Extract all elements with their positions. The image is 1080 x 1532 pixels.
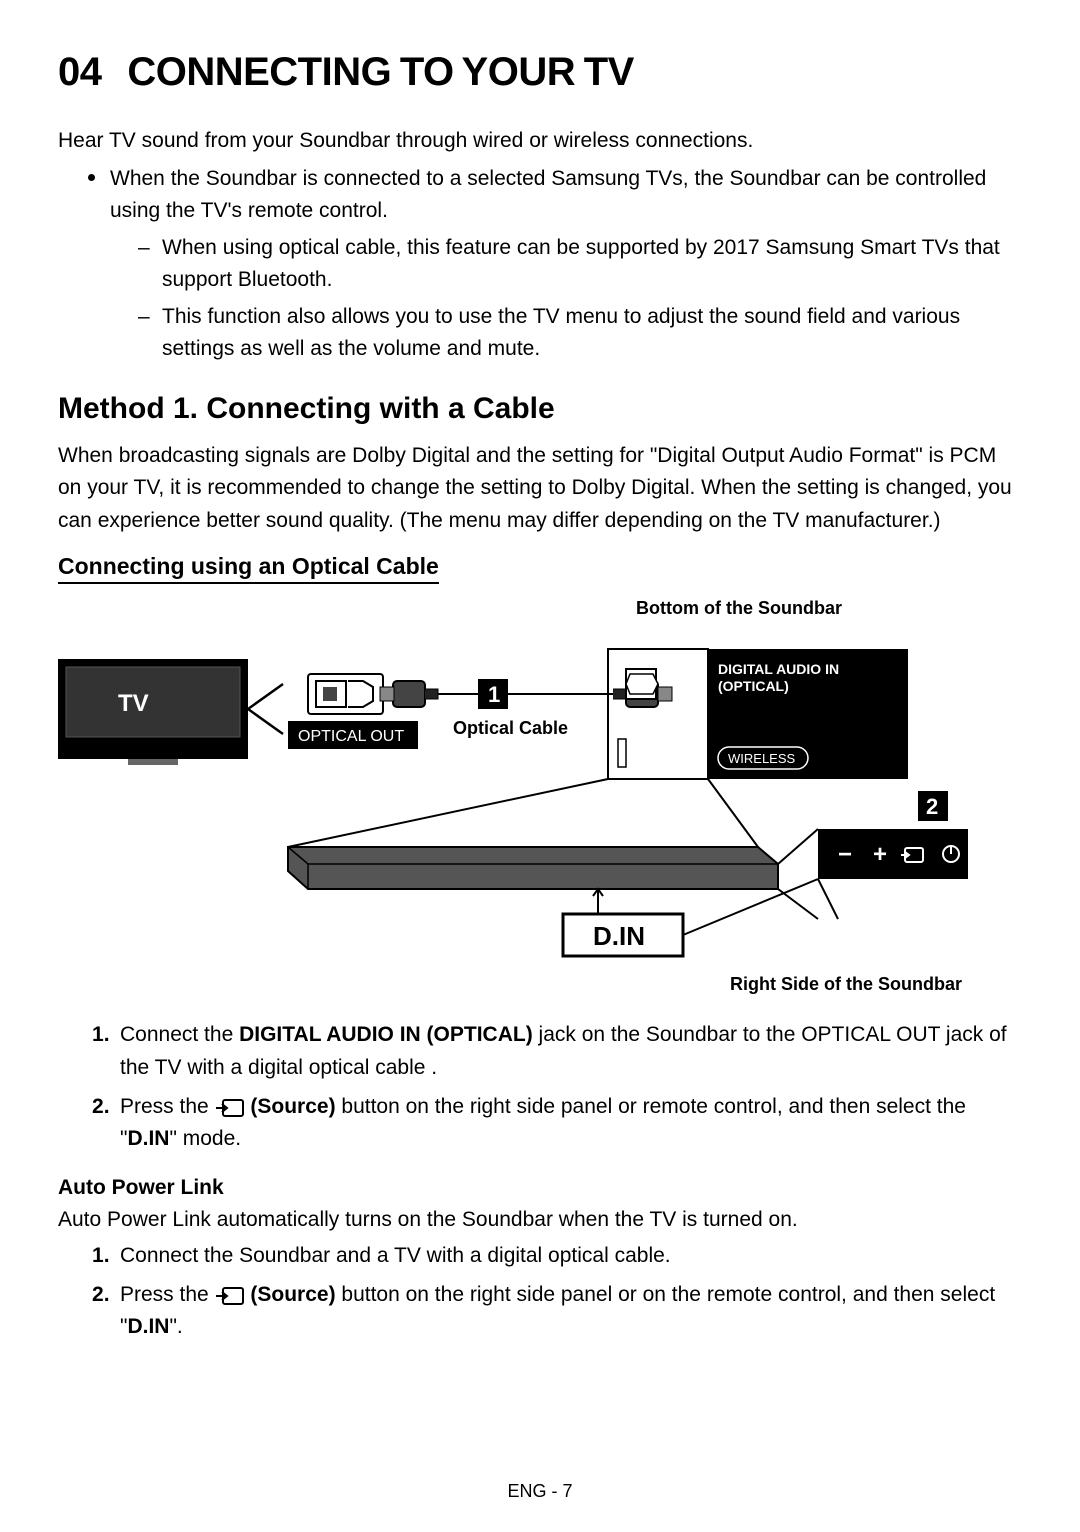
step-item: Press the (Source) button on the right s… <box>92 1279 1022 1344</box>
minus-icon: − <box>838 841 852 868</box>
cable-plug-left-icon <box>380 681 438 707</box>
section-number: 04 <box>58 50 102 94</box>
list-item: When the Soundbar is connected to a sele… <box>92 163 1022 366</box>
step-item: Connect the DIGITAL AUDIO IN (OPTICAL) j… <box>92 1019 1022 1084</box>
steps-list-1: Connect the DIGITAL AUDIO IN (OPTICAL) j… <box>58 1019 1022 1155</box>
tv-label: TV <box>118 690 149 717</box>
connection-diagram: Bottom of the Soundbar TV OPTICAL OUT Op… <box>58 598 1022 995</box>
subheading: Connecting using an Optical Cable <box>58 553 439 584</box>
bullet-text: When the Soundbar is connected to a sele… <box>110 167 986 223</box>
port-label-2: (OPTICAL) <box>718 678 789 694</box>
diagram-svg: TV OPTICAL OUT Optical Cable 1 <box>58 619 1018 969</box>
apl-heading: Auto Power Link <box>58 1176 1022 1200</box>
diagram-bottom-label: Right Side of the Soundbar <box>58 974 1022 995</box>
intro-text: Hear TV sound from your Soundbar through… <box>58 125 1022 157</box>
method-intro: When broadcasting signals are Dolby Digi… <box>58 440 1022 538</box>
step-item: Press the (Source) button on the right s… <box>92 1091 1022 1156</box>
tv-port-label: OPTICAL OUT <box>298 728 404 745</box>
apl-intro: Auto Power Link automatically turns on t… <box>58 1204 1022 1237</box>
step-item: Connect the Soundbar and a TV with a dig… <box>92 1240 1022 1273</box>
port-label-1: DIGITAL AUDIO IN <box>718 661 839 677</box>
steps-list-2: Connect the Soundbar and a TV with a dig… <box>58 1240 1022 1344</box>
optical-out-connector-icon <box>308 674 383 714</box>
mode-label: D.IN <box>593 921 645 951</box>
dash-list: When using optical cable, this feature c… <box>110 232 1022 366</box>
cable-label: Optical Cable <box>453 718 568 738</box>
page-footer: ENG - 7 <box>0 1481 1080 1502</box>
section-title-text: CONNECTING TO YOUR TV <box>127 50 634 94</box>
source-icon <box>215 1096 245 1118</box>
method-heading: Method 1. Connecting with a Cable <box>58 392 1022 426</box>
step-2-marker: 2 <box>926 794 938 819</box>
step-1-marker: 1 <box>488 682 500 707</box>
dash-item: This function also allows you to use the… <box>138 301 1022 366</box>
section-heading: 04 CONNECTING TO YOUR TV <box>58 50 1022 95</box>
plus-icon: + <box>873 841 887 868</box>
source-icon <box>215 1284 245 1306</box>
dash-item: When using optical cable, this feature c… <box>138 232 1022 297</box>
bullet-list: When the Soundbar is connected to a sele… <box>58 163 1022 366</box>
soundbar-body-icon <box>288 847 778 889</box>
diagram-top-label: Bottom of the Soundbar <box>58 598 1022 619</box>
wireless-label: WIRELESS <box>728 751 796 766</box>
